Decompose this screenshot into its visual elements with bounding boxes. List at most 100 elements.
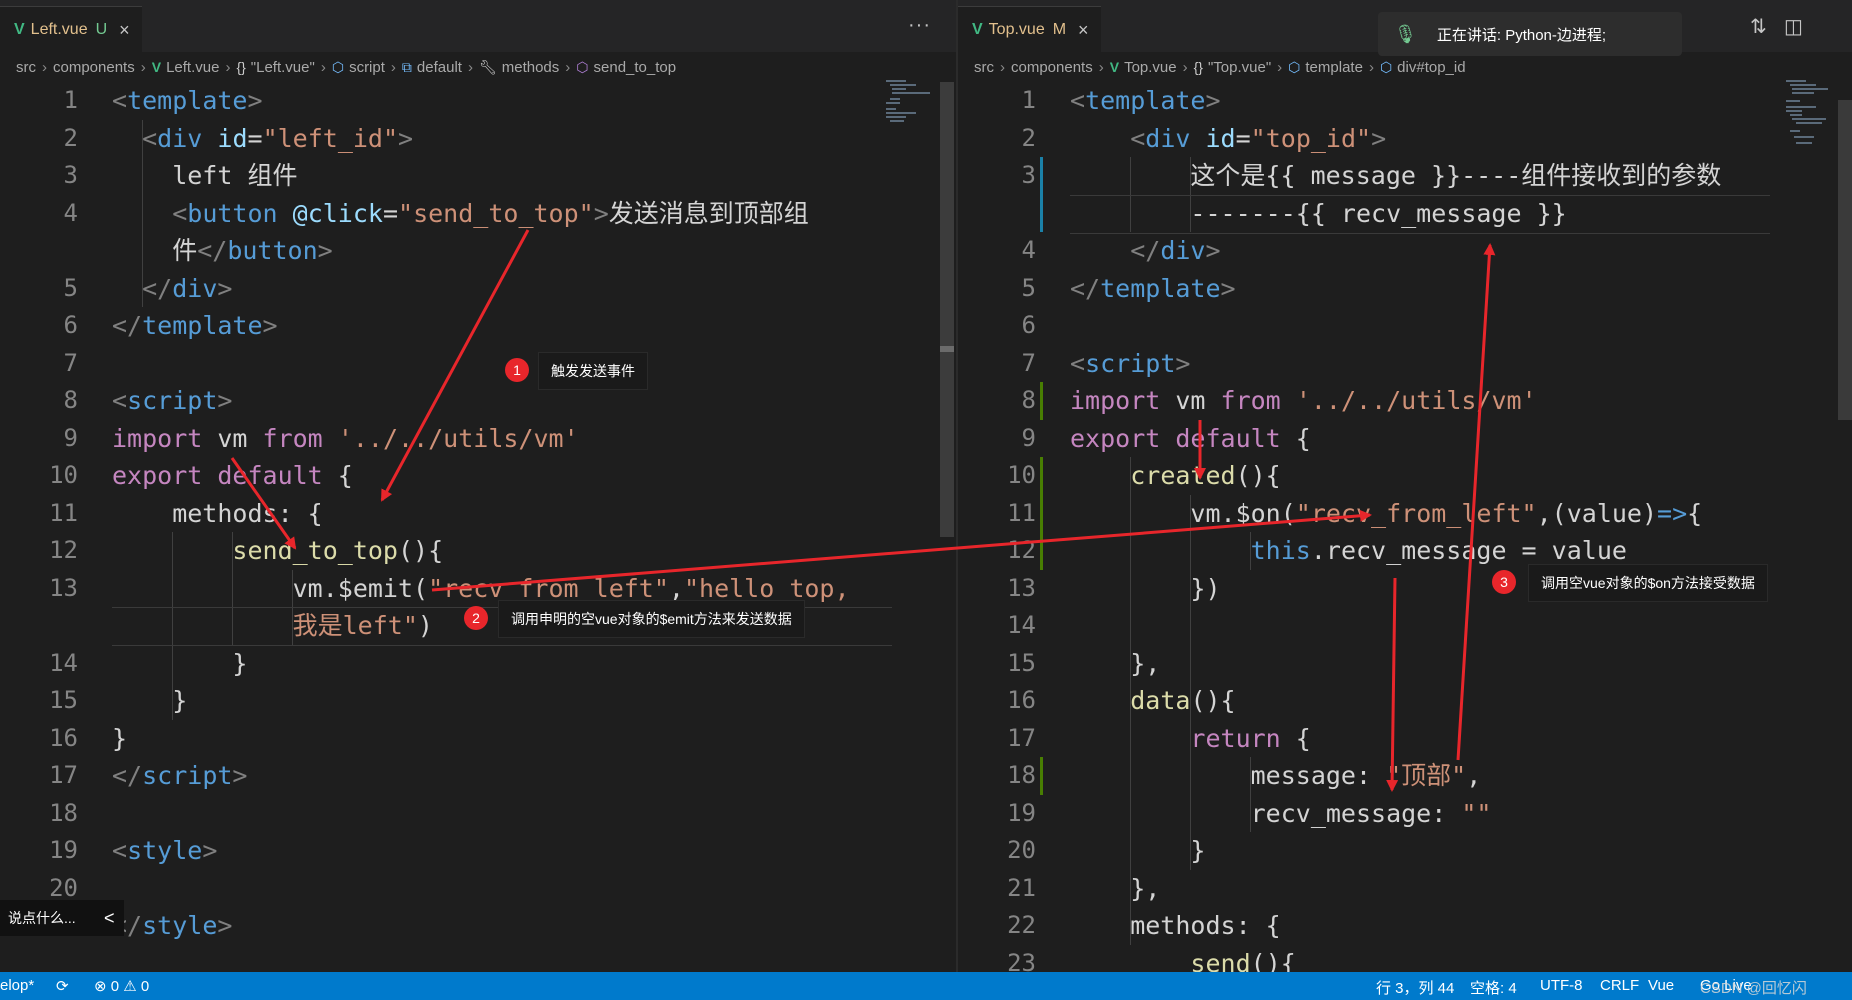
close-icon[interactable]: × (119, 20, 130, 41)
code-line[interactable]: 6 </template> (0, 307, 956, 344)
code-line[interactable]: 7 (0, 345, 956, 382)
code-token: > (593, 198, 609, 228)
code-line[interactable]: 19 <style> (0, 832, 956, 869)
git-change-marker[interactable] (1040, 757, 1043, 795)
git-change-marker[interactable] (1040, 382, 1043, 420)
code-line[interactable]: 5 </template> (958, 270, 1852, 307)
line-number: 6 (1021, 311, 1036, 339)
code-line[interactable]: 12 send_to_top(){ (0, 532, 956, 569)
right-vertical-scrollbar[interactable] (1838, 100, 1852, 420)
status-cursor-position[interactable]: 行 3，列 44 (1376, 977, 1454, 998)
scroll-thumb[interactable] (940, 346, 954, 352)
code-line[interactable]: 1 <template> (958, 82, 1852, 119)
code-line[interactable]: 2 <div id="left_id"> (0, 120, 956, 157)
git-change-marker[interactable] (1040, 457, 1043, 570)
code-token: div (157, 123, 203, 153)
status-encoding[interactable]: UTF-8 (1540, 977, 1583, 994)
code-line[interactable]: 3 left 组件 (0, 157, 956, 194)
sync-icon[interactable]: ⟳ (56, 977, 69, 995)
compare-icon[interactable]: ⇅ (1750, 14, 1767, 39)
wrench-icon: 🔧︎ (478, 58, 497, 75)
chevron-left-icon[interactable]: < (104, 908, 115, 929)
code-line[interactable]: 3 这个是{{ message }}----组件接收到的参数 (958, 157, 1852, 194)
breadcrumb-item[interactable]: send_to_top (594, 59, 677, 76)
breadcrumb-item[interactable]: Top.vue (1124, 59, 1177, 76)
status-branch[interactable]: elop* (0, 977, 34, 994)
code-line[interactable]: 23 send(){ (958, 945, 1852, 973)
breadcrumb-item[interactable]: "Top.vue" (1208, 59, 1271, 76)
status-language[interactable]: Vue (1648, 977, 1674, 994)
code-line[interactable]: 11 methods: { (0, 495, 956, 532)
code-token: div (1145, 123, 1191, 153)
split-editor-icon[interactable]: ◫ (1784, 14, 1803, 39)
more-actions-button[interactable]: ··· (908, 14, 931, 37)
status-eol[interactable]: CRLF (1600, 977, 1639, 994)
code-text: } (112, 720, 127, 757)
code-token: left 组件 (112, 161, 298, 190)
minimap[interactable] (1786, 78, 1830, 144)
code-line[interactable]: 件</button> (0, 232, 956, 269)
code-text: <template> (112, 82, 263, 119)
code-line[interactable]: 15 }, (958, 645, 1852, 682)
vue-file-icon: V (151, 59, 162, 75)
code-token: methods: { (112, 498, 323, 528)
breadcrumb-item[interactable]: methods (502, 59, 560, 76)
breadcrumb-item[interactable]: src (974, 59, 994, 76)
code-line[interactable]: 14 (958, 607, 1852, 644)
breadcrumb-item[interactable]: components (1011, 59, 1093, 76)
code-line[interactable]: 13 vm.$emit("recv_from_left","hello top, (0, 570, 956, 607)
code-line[interactable]: 15 } (0, 682, 956, 719)
breadcrumb-item[interactable]: div#top_id (1397, 59, 1465, 76)
code-line[interactable]: 20 } (958, 832, 1852, 869)
breadcrumb-item[interactable]: script (349, 59, 385, 76)
code-line[interactable]: 8 import vm from '../../utils/vm' (958, 382, 1852, 419)
code-line[interactable]: 8 <script> (0, 382, 956, 419)
code-line[interactable]: 16} (0, 720, 956, 757)
code-line[interactable]: 21 }, (958, 870, 1852, 907)
code-line[interactable]: 22 methods: { (958, 907, 1852, 944)
code-text: export default { (112, 457, 353, 494)
code-line[interactable]: 2 <div id="top_id"> (958, 120, 1852, 157)
line-number: 13 (1007, 573, 1036, 602)
code-line[interactable]: 17 return { (958, 720, 1852, 757)
code-area[interactable]: 1 <template> 2 <div id="left_id"> 3 left 组件… (0, 82, 956, 972)
breadcrumb-item[interactable]: src (16, 59, 36, 76)
tab-top-vue[interactable]: V Top.vue M × (958, 6, 1101, 53)
code-line[interactable]: 6 (958, 307, 1852, 344)
code-line[interactable]: 9 export default { (958, 420, 1852, 457)
minimap[interactable] (886, 78, 932, 128)
code-line[interactable]: 10 created(){ (958, 457, 1852, 494)
code-line[interactable]: 11 vm.$on("recv_from_left",(value)=>{ (958, 495, 1852, 532)
code-line[interactable]: 5 </div> (0, 270, 956, 307)
code-token: template (127, 86, 248, 115)
breadcrumb-item[interactable]: Left.vue (166, 59, 219, 76)
code-line[interactable]: 14 } (0, 645, 956, 682)
code-line[interactable]: 1 <template> (0, 82, 956, 119)
breadcrumb-item[interactable]: default (417, 59, 462, 76)
code-line[interactable]: 18 message: "顶部", (958, 757, 1852, 794)
code-line[interactable]: 20 (0, 870, 956, 907)
code-line[interactable]: 19 recv_message: "" (958, 795, 1852, 832)
left-vertical-scrollbar[interactable] (940, 82, 954, 537)
code-line[interactable]: 17 </script> (0, 757, 956, 794)
code-line[interactable]: 7 <script> (958, 345, 1852, 382)
close-icon[interactable]: × (1078, 20, 1089, 41)
code-line[interactable]: </style> (0, 907, 956, 944)
breadcrumb-item[interactable]: "Left.vue" (251, 59, 315, 76)
code-text: </style> (112, 907, 232, 944)
chat-input-box[interactable]: 说点什么... < (0, 900, 124, 936)
code-token: </ (142, 273, 173, 303)
breadcrumb-item[interactable]: template (1305, 59, 1363, 76)
code-line[interactable]: 4 <button @click="send_to_top">发送消息到顶部组 (0, 195, 956, 232)
status-indentation[interactable]: 空格: 4 (1470, 977, 1517, 998)
breadcrumb-item[interactable]: components (53, 59, 135, 76)
code-line[interactable]: 18 (0, 795, 956, 832)
code-line[interactable]: 4 </div> (958, 232, 1852, 269)
git-change-marker[interactable] (1040, 157, 1043, 232)
code-line[interactable]: 10 export default { (0, 457, 956, 494)
code-line[interactable]: 9 import vm from '../../utils/vm' (0, 420, 956, 457)
code-line[interactable]: 16 data(){ (958, 682, 1852, 719)
code-token: = (1235, 123, 1251, 153)
tab-left-vue[interactable]: V Left.vue U × (0, 6, 142, 53)
status-problems[interactable]: ⊗ 0 ⚠ 0 (94, 977, 149, 995)
